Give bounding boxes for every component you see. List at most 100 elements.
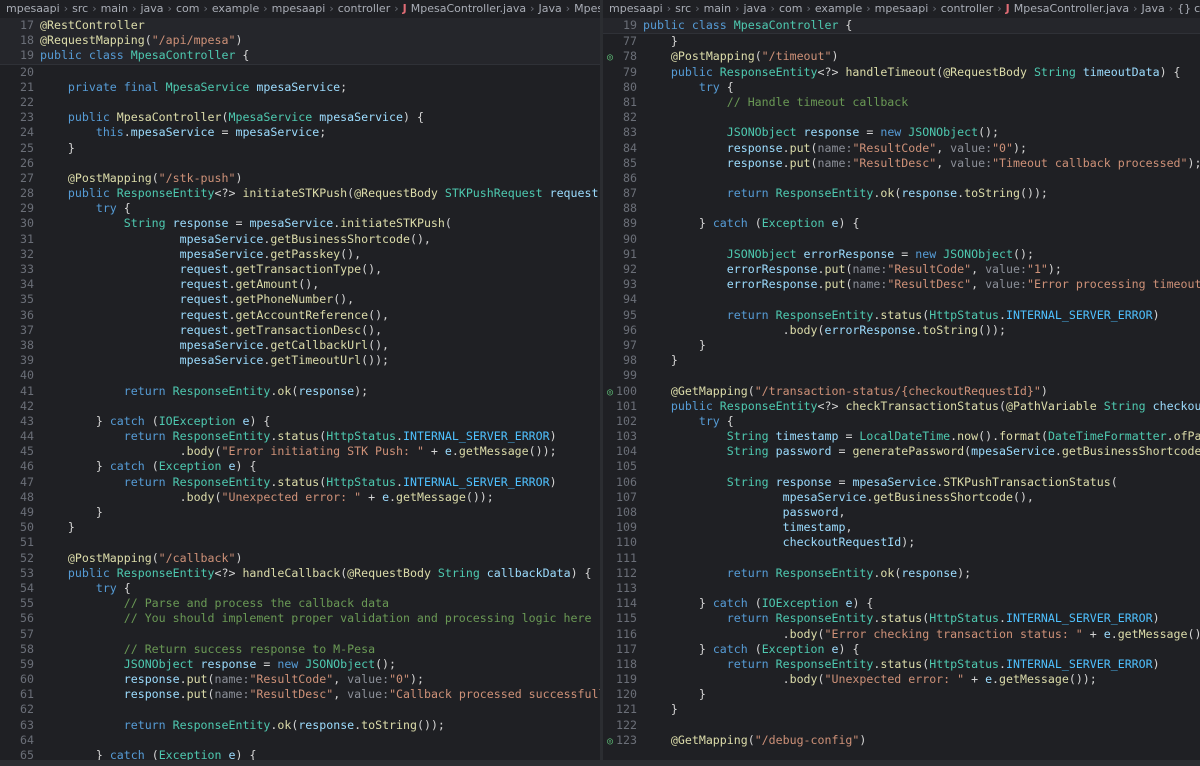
code-line[interactable]: 59 JSONObject response = new JSONObject(…: [0, 657, 600, 672]
code-line[interactable]: 99: [603, 368, 1200, 383]
code-line[interactable]: 54 try {: [0, 581, 600, 596]
code-line[interactable]: 27 @PostMapping("/stk-push"): [0, 171, 600, 186]
code-line[interactable]: 113: [603, 581, 1200, 596]
breadcrumb-item[interactable]: main: [101, 2, 128, 15]
code-line[interactable]: 34 request.getAmount(),: [0, 277, 600, 292]
code-line[interactable]: 38 mpesaService.getCallbackUrl(),: [0, 338, 600, 353]
code-line[interactable]: 81 // Handle timeout callback: [603, 95, 1200, 110]
code-line[interactable]: 56 // You should implement proper valida…: [0, 611, 600, 626]
code-line[interactable]: 115 return ResponseEntity.status(HttpSta…: [603, 611, 1200, 626]
code-line[interactable]: ◎ 78 @PostMapping("/timeout"): [603, 49, 1200, 64]
code-line[interactable]: 31 mpesaService.getBusinessShortcode(),: [0, 232, 600, 247]
code-line[interactable]: 98 }: [603, 353, 1200, 368]
breadcrumb-item[interactable]: java: [743, 2, 766, 15]
code-line[interactable]: 91 JSONObject errorResponse = new JSONOb…: [603, 247, 1200, 262]
code-line[interactable]: 35 request.getPhoneNumber(),: [0, 292, 600, 307]
code-line[interactable]: 22: [0, 95, 600, 110]
breadcrumb-item[interactable]: Java: [1142, 2, 1165, 15]
code-line[interactable]: ◎ 123 @GetMapping("/debug-config"): [603, 733, 1200, 748]
code-line[interactable]: 44 return ResponseEntity.status(HttpStat…: [0, 429, 600, 444]
run-gutter-icon[interactable]: ◎: [607, 50, 613, 65]
breadcrumb-item[interactable]: Java: [539, 2, 562, 15]
breadcrumb-item[interactable]: mpesaapi: [609, 2, 663, 15]
editor-pane-right[interactable]: mpesaapi › src › main › java › com › example › mpesa…: [603, 0, 1200, 760]
code-line[interactable]: 61 response.put(name:"ResultDesc", value…: [0, 687, 600, 702]
breadcrumb-item[interactable]: mpesaapi: [6, 2, 60, 15]
sticky-scroll-header[interactable]: 17 @RestController 18 @RequestMapping("/api…: [0, 18, 600, 65]
breadcrumb-item[interactable]: controller: [1194, 2, 1200, 15]
code-line[interactable]: 20: [0, 65, 600, 80]
run-gutter-icon[interactable]: ◎: [607, 734, 613, 749]
code-line[interactable]: 33 request.getTransactionType(),: [0, 262, 600, 277]
code-line[interactable]: 50 }: [0, 520, 600, 535]
code-line[interactable]: 120 }: [603, 687, 1200, 702]
code-line[interactable]: 53 public ResponseEntity<?> handleCallba…: [0, 566, 600, 581]
breadcrumb-item[interactable]: mpesaapi: [272, 2, 326, 15]
code-line[interactable]: 108 password,: [603, 505, 1200, 520]
breadcrumb[interactable]: mpesaapi › src › main › java › com › example › mpesa…: [603, 0, 1200, 18]
code-line[interactable]: 122: [603, 718, 1200, 733]
code-line[interactable]: 48 .body("Unexpected error: " + e.getMes…: [0, 490, 600, 505]
code-line[interactable]: 64: [0, 733, 600, 748]
breadcrumb-item[interactable]: main: [704, 2, 731, 15]
code-line[interactable]: 86: [603, 171, 1200, 186]
code-line[interactable]: 93 errorResponse.put(name:"ResultDesc", …: [603, 277, 1200, 292]
code-line[interactable]: 62: [0, 702, 600, 717]
code-line[interactable]: 94: [603, 292, 1200, 307]
code-line[interactable]: 90: [603, 232, 1200, 247]
code-line[interactable]: ◎ 100 @GetMapping("/transaction-status/{c…: [603, 384, 1200, 399]
code-line[interactable]: 102 try {: [603, 414, 1200, 429]
code-line[interactable]: 110 checkoutRequestId);: [603, 535, 1200, 550]
breadcrumb-item[interactable]: controller: [941, 2, 993, 15]
breadcrumb-item[interactable]: src: [72, 2, 88, 15]
breadcrumb-item[interactable]: java: [140, 2, 163, 15]
code-line[interactable]: 52 @PostMapping("/callback"): [0, 551, 600, 566]
code-line[interactable]: 51: [0, 535, 600, 550]
breadcrumb-item[interactable]: com: [176, 2, 200, 15]
code-line[interactable]: 119 .body("Unexpected error: " + e.getMe…: [603, 672, 1200, 687]
code-line[interactable]: 26: [0, 156, 600, 171]
code-line[interactable]: 36 request.getAccountReference(),: [0, 308, 600, 323]
code-line[interactable]: 39 mpesaService.getTimeoutUrl());: [0, 353, 600, 368]
code-line[interactable]: 42: [0, 399, 600, 414]
code-line[interactable]: 97 }: [603, 338, 1200, 353]
code-line[interactable]: 19 public class MpesaController {: [603, 18, 1200, 33]
breadcrumb-item[interactable]: com: [779, 2, 803, 15]
code-line[interactable]: 47 return ResponseEntity.status(HttpStat…: [0, 475, 600, 490]
code-line[interactable]: 17 @RestController: [0, 18, 600, 33]
code-line[interactable]: 18 @RequestMapping("/api/mpesa"): [0, 33, 600, 48]
sticky-scroll-header[interactable]: 19 public class MpesaController {: [603, 18, 1200, 35]
code-line[interactable]: 107 mpesaService.getBusinessShortcode(),: [603, 490, 1200, 505]
code-line[interactable]: 29 try {: [0, 201, 600, 216]
code-line[interactable]: 37 request.getTransactionDesc(),: [0, 323, 600, 338]
code-line[interactable]: 111: [603, 551, 1200, 566]
code-line[interactable]: 83 JSONObject response = new JSONObject(…: [603, 125, 1200, 140]
breadcrumb-item[interactable]: example: [212, 2, 259, 15]
code-line[interactable]: 32 mpesaService.getPasskey(),: [0, 247, 600, 262]
code-line[interactable]: 101 public ResponseEntity<?> checkTransa…: [603, 399, 1200, 414]
code-line[interactable]: 40: [0, 368, 600, 383]
code-line[interactable]: 96 .body(errorResponse.toString());: [603, 323, 1200, 338]
code-line[interactable]: 23 public MpesaController(MpesaService m…: [0, 110, 600, 125]
code-line[interactable]: 60 response.put(name:"ResultCode", value…: [0, 672, 600, 687]
code-area[interactable]: 77 } ◎ 78 @PostMapping("/timeout") 79 publi…: [603, 34, 1200, 748]
code-line[interactable]: 84 response.put(name:"ResultCode", value…: [603, 141, 1200, 156]
code-area[interactable]: 20 21 private final MpesaService mpesaSer…: [0, 65, 600, 760]
code-line[interactable]: 85 response.put(name:"ResultDesc", value…: [603, 156, 1200, 171]
code-line[interactable]: 82: [603, 110, 1200, 125]
code-line[interactable]: 106 String response = mpesaService.STKPu…: [603, 475, 1200, 490]
breadcrumb-item[interactable]: example: [815, 2, 862, 15]
code-line[interactable]: 55 // Parse and process the callback dat…: [0, 596, 600, 611]
code-line[interactable]: 121 }: [603, 702, 1200, 717]
code-line[interactable]: 63 return ResponseEntity.ok(response.toS…: [0, 718, 600, 733]
code-line[interactable]: 92 errorResponse.put(name:"ResultCode", …: [603, 262, 1200, 277]
breadcrumb[interactable]: mpesaapi › src › main › java › com › example › mpesa…: [0, 0, 600, 18]
editor-pane-left[interactable]: mpesaapi › src › main › java › com › example › mpesa…: [0, 0, 600, 760]
code-line[interactable]: 41 return ResponseEntity.ok(response);: [0, 384, 600, 399]
code-line[interactable]: 104 String password = generatePassword(m…: [603, 444, 1200, 459]
breadcrumb-item[interactable]: MpesaController.java: [411, 2, 526, 15]
code-line[interactable]: 77 }: [603, 34, 1200, 49]
code-line[interactable]: 28 public ResponseEntity<?> initiateSTKP…: [0, 186, 600, 201]
code-line[interactable]: 116 .body("Error checking transaction st…: [603, 627, 1200, 642]
code-line[interactable]: 109 timestamp,: [603, 520, 1200, 535]
